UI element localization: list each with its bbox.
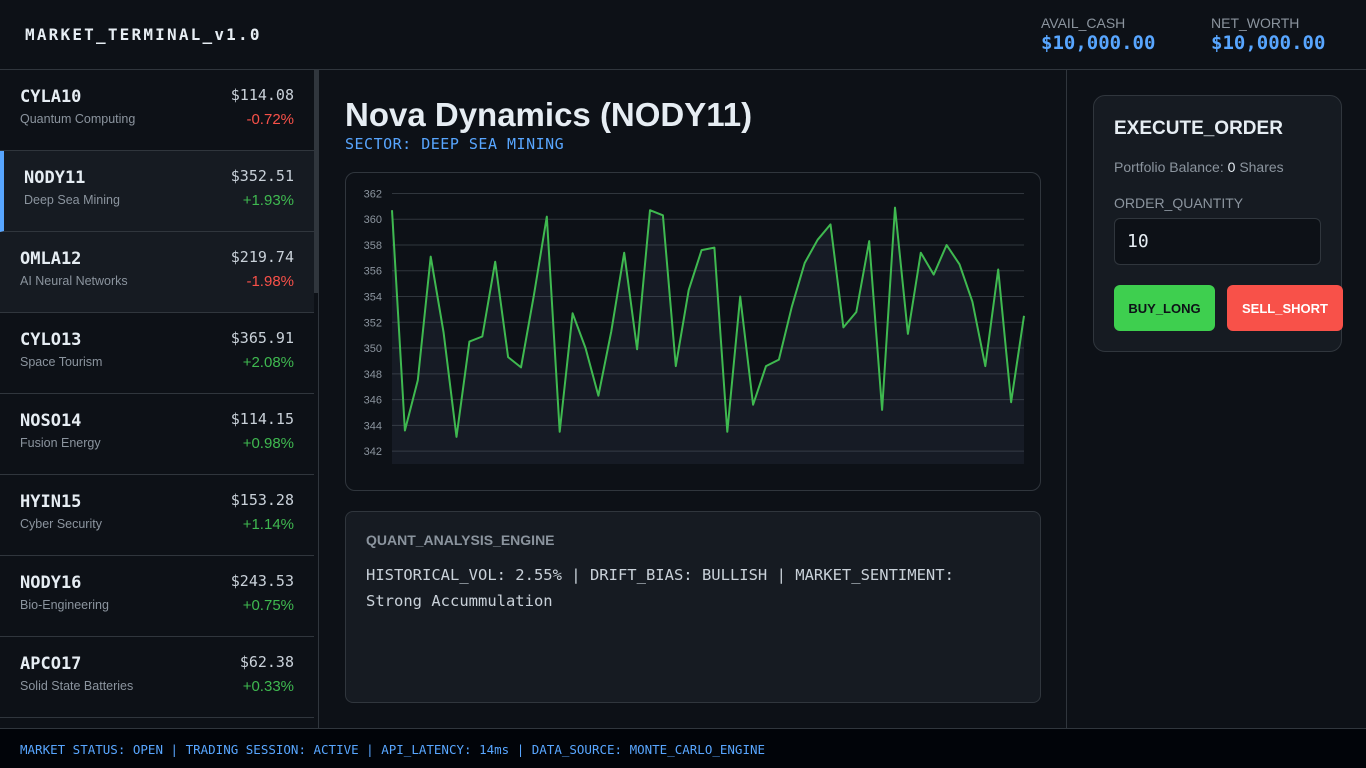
- net-worth-label: NET_WORTH: [1211, 15, 1300, 31]
- portfolio-balance-value: 0: [1227, 159, 1236, 175]
- ticker-price: $243.53: [230, 572, 294, 590]
- y-tick-label: 348: [364, 369, 382, 381]
- portfolio-balance: Portfolio Balance: 0 Shares: [1114, 159, 1284, 175]
- y-tick-label: 350: [364, 343, 382, 355]
- order-quantity-label: ORDER_QUANTITY: [1114, 195, 1244, 211]
- ticker-name: Deep Sea Mining: [24, 193, 120, 207]
- top-bar: MARKET_TERMINAL_v1.0 AVAIL_CASH $10,000.…: [0, 0, 1366, 70]
- stock-sector: SECTOR: DEEP SEA MINING: [345, 135, 565, 153]
- ticker-price: $114.15: [230, 410, 294, 428]
- ticker-symbol: APCO17: [20, 654, 82, 674]
- order-panel: EXECUTE_ORDER Portfolio Balance: 0 Share…: [1066, 70, 1366, 728]
- ticker-price: $153.28: [230, 491, 294, 509]
- ticker-symbol: NODY11: [24, 168, 86, 188]
- price-chart: 342 344 346 348 350 352 354 356 358 360 362: [345, 172, 1041, 491]
- ticker-symbol: OMLA12: [20, 249, 82, 269]
- quant-analysis-panel: QUANT_ANALYSIS_ENGINE HISTORICAL_VOL: 2.…: [345, 511, 1041, 703]
- sell-short-button[interactable]: SELL_SHORT: [1227, 285, 1343, 331]
- ticker-symbol: CYLO13: [20, 330, 82, 350]
- y-tick-label: 352: [364, 317, 382, 329]
- ticker-change: +0.98%: [242, 435, 294, 452]
- y-tick-label: 346: [364, 395, 382, 407]
- ticker-name: Fusion Energy: [20, 436, 101, 450]
- ticker-row-cylo13[interactable]: CYLO13 Space Tourism $365.91 +2.08%: [0, 313, 314, 394]
- ticker-change: +1.93%: [242, 192, 294, 209]
- ticker-name: AI Neural Networks: [20, 274, 128, 288]
- stock-detail-panel: Nova Dynamics (NODY11) SECTOR: DEEP SEA …: [320, 70, 1066, 728]
- net-worth-value: $10,000.00: [1211, 32, 1326, 54]
- ticker-price: $219.74: [230, 248, 294, 266]
- avail-cash-value: $10,000.00: [1041, 32, 1156, 54]
- status-text: MARKET STATUS: OPEN | TRADING SESSION: A…: [20, 742, 766, 757]
- order-quantity-input[interactable]: [1114, 218, 1321, 265]
- ticker-change: -0.72%: [246, 111, 294, 128]
- ticker-row-nody16[interactable]: NODY16 Bio-Engineering $243.53 +0.75%: [0, 556, 314, 637]
- ticker-row-nody11[interactable]: NODY11 Deep Sea Mining $352.51 +1.93%: [0, 151, 314, 232]
- ticker-name: Cyber Security: [20, 517, 102, 531]
- y-tick-label: 356: [364, 266, 382, 278]
- app-brand: MARKET_TERMINAL_v1.0: [25, 25, 262, 44]
- ticker-row-apco17[interactable]: APCO17 Solid State Batteries $62.38 +0.33%: [0, 637, 314, 718]
- price-chart-svg: 342 344 346 348 350 352 354 356 358 360 362: [364, 188, 1025, 464]
- ticker-symbol: HYIN15: [20, 492, 82, 512]
- ticker-change: -1.98%: [246, 273, 294, 290]
- buy-long-button[interactable]: BUY_LONG: [1114, 285, 1215, 331]
- ticker-change: +1.14%: [242, 516, 294, 533]
- ticker-row-omla12[interactable]: OMLA12 AI Neural Networks $219.74 -1.98%: [0, 232, 314, 313]
- ticker-symbol: CYLA10: [20, 87, 82, 107]
- quant-text: HISTORICAL_VOL: 2.55% | DRIFT_BIAS: BULL…: [366, 566, 954, 610]
- portfolio-balance-unit: Shares: [1239, 159, 1284, 175]
- net-worth-stat: NET_WORTH $10,000.00: [1211, 15, 1325, 54]
- quant-heading: QUANT_ANALYSIS_ENGINE: [366, 532, 555, 548]
- ticker-row-noso14[interactable]: NOSO14 Fusion Energy $114.15 +0.98%: [0, 394, 314, 475]
- ticker-change: +0.33%: [242, 678, 294, 695]
- ticker-name: Bio-Engineering: [20, 598, 109, 612]
- ticker-name: Solid State Batteries: [20, 679, 134, 693]
- ticker-name: Quantum Computing: [20, 112, 136, 126]
- portfolio-balance-label: Portfolio Balance:: [1114, 159, 1224, 175]
- y-tick-label: 358: [364, 240, 382, 252]
- ticker-price: $352.51: [230, 167, 294, 185]
- ticker-row-cyla10[interactable]: CYLA10 Quantum Computing $114.08 -0.72%: [0, 70, 314, 151]
- y-tick-label: 342: [364, 446, 382, 458]
- ticker-price: $62.38: [239, 653, 294, 671]
- avail-cash-label: AVAIL_CASH: [1041, 15, 1126, 31]
- y-tick-label: 360: [364, 214, 382, 226]
- ticker-change: +0.75%: [242, 597, 294, 614]
- ticker-symbol: NOSO14: [20, 411, 82, 431]
- execute-order-card: EXECUTE_ORDER Portfolio Balance: 0 Share…: [1093, 95, 1343, 352]
- avail-cash-stat: AVAIL_CASH $10,000.00: [1041, 15, 1155, 54]
- ticker-list: CYLA10 Quantum Computing $114.08 -0.72% NODY…: [0, 70, 319, 728]
- price-area: [392, 207, 1024, 464]
- ticker-price: $114.08: [230, 86, 294, 104]
- y-tick-label: 354: [364, 292, 382, 304]
- order-title: EXECUTE_ORDER: [1114, 118, 1283, 139]
- ticker-row-hyin15[interactable]: HYIN15 Cyber Security $153.28 +1.14%: [0, 475, 314, 556]
- status-footer: MARKET STATUS: OPEN | TRADING SESSION: A…: [0, 728, 1366, 768]
- ticker-symbol: NODY16: [20, 573, 82, 593]
- ticker-list-scroll-thumb[interactable]: [314, 70, 318, 293]
- ticker-change: +2.08%: [242, 354, 294, 371]
- y-tick-label: 362: [364, 188, 382, 200]
- ticker-price: $365.91: [230, 329, 294, 347]
- stock-title: Nova Dynamics (NODY11): [345, 96, 753, 133]
- ticker-name: Space Tourism: [20, 355, 103, 369]
- y-tick-label: 344: [364, 420, 382, 432]
